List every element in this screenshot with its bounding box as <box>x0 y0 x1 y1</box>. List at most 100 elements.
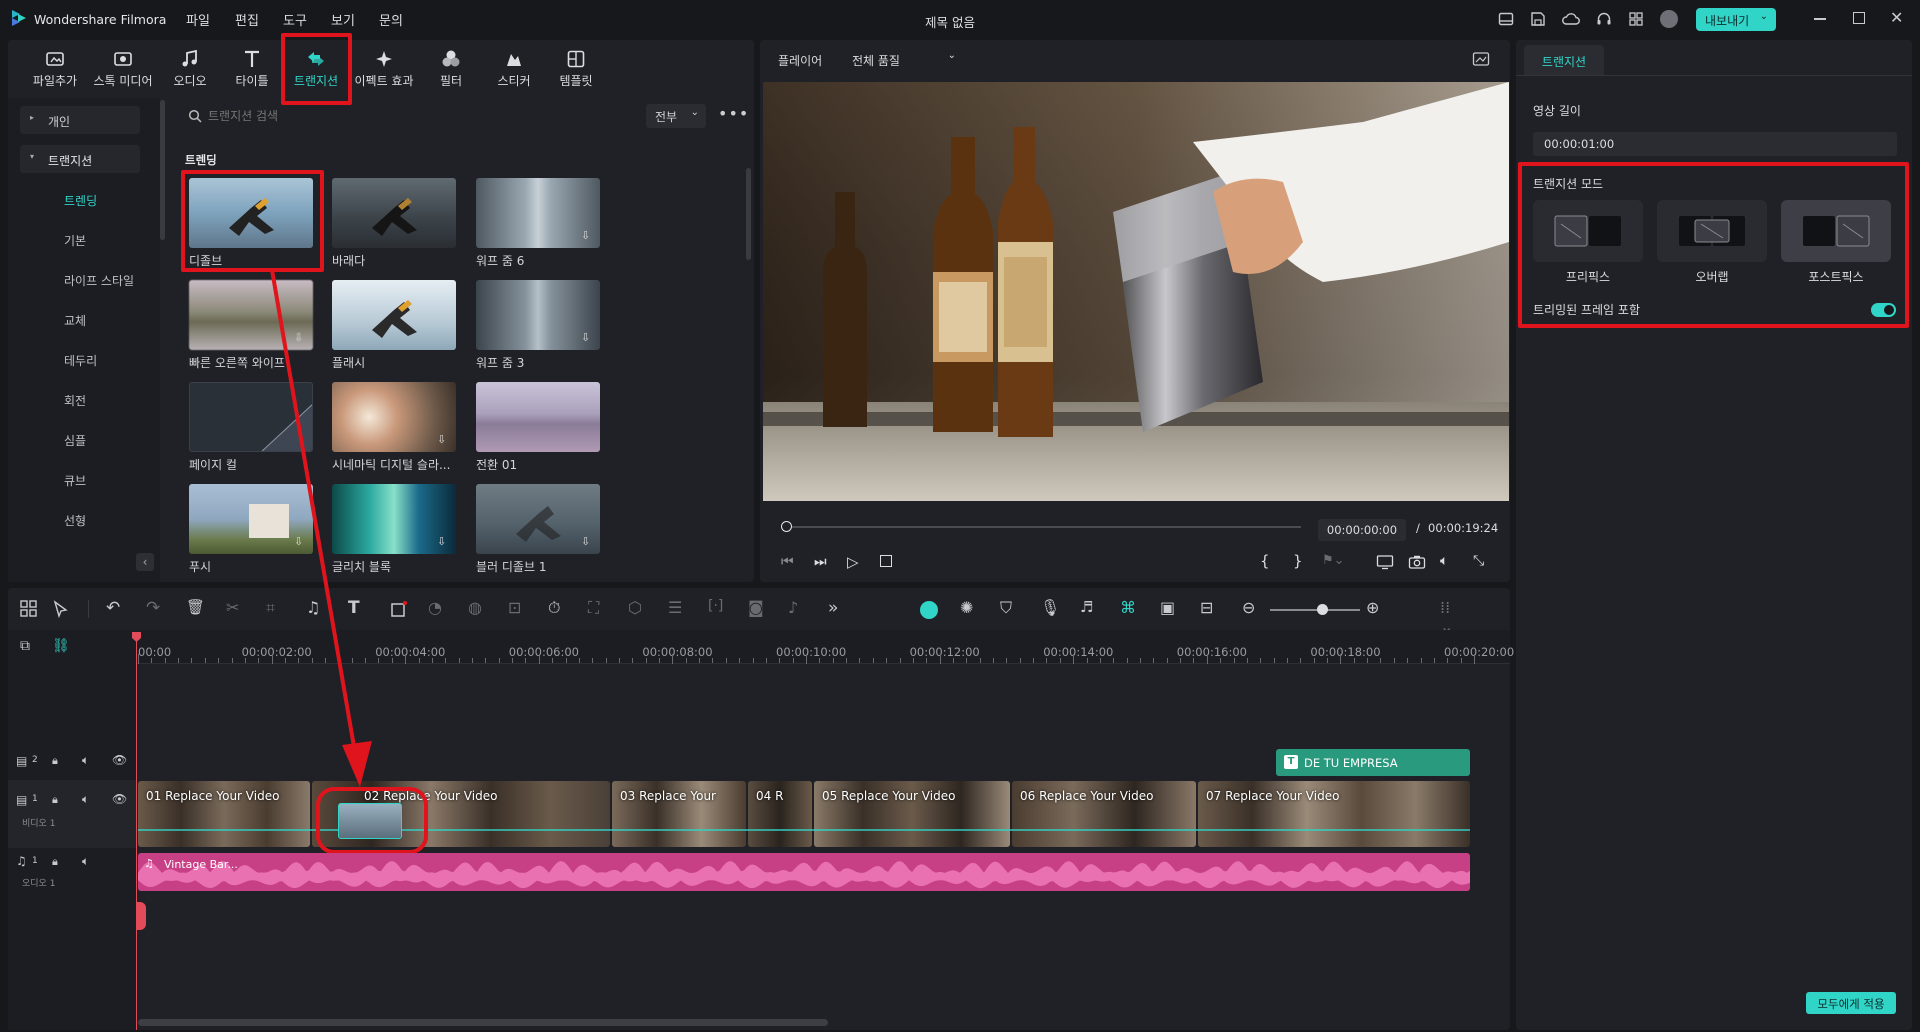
video-clip-7[interactable]: 07 Replace Your Video <box>1198 781 1470 847</box>
playhead-bottom-handle[interactable] <box>136 902 146 930</box>
play-icon[interactable]: ▷ <box>847 553 859 571</box>
link-icon[interactable]: ⛓ <box>52 638 70 654</box>
video-preview[interactable] <box>763 82 1509 501</box>
tab-templates[interactable]: 템플릿 <box>545 44 607 92</box>
delete-icon[interactable]: 🗑︎ <box>186 598 208 620</box>
speed-icon[interactable]: ◔ <box>428 598 450 620</box>
transition-thumb-dissolve[interactable] <box>189 178 313 248</box>
stabilize-icon[interactable]: ⊡ <box>508 598 530 620</box>
more-tools-icon[interactable]: » <box>828 598 850 620</box>
menu-tools[interactable]: 도구 <box>283 10 307 29</box>
camera-snapshot-icon[interactable] <box>1408 554 1426 570</box>
shape-icon[interactable] <box>388 598 410 620</box>
select-cursor-icon[interactable] <box>50 598 72 620</box>
layout-icon[interactable] <box>1498 11 1514 27</box>
ai-assistant-icon[interactable] <box>920 601 938 619</box>
audio-mixer-icon[interactable]: ♬ <box>1080 598 1102 620</box>
collapse-sidebar-button[interactable]: ‹ <box>136 553 154 571</box>
tab-audio[interactable]: 오디오 <box>159 44 221 92</box>
tab-transition-properties[interactable]: 트랜지션 <box>1524 45 1604 75</box>
timeline-playhead-line[interactable] <box>136 634 137 1030</box>
lock-icon[interactable]: 🔒︎ <box>52 855 58 869</box>
tab-stickers[interactable]: 스티커 <box>483 44 545 92</box>
sidebar-item-linear[interactable]: 선형 <box>64 512 86 529</box>
quality-dropdown[interactable]: 전체 품질 ⌄ <box>846 46 964 70</box>
more-options-icon[interactable]: ••• <box>718 104 749 123</box>
mute-icon[interactable]: 🔈︎ <box>82 854 89 869</box>
add-track-icon[interactable]: ⧉ <box>20 638 30 654</box>
video-clip-4[interactable]: 04 R <box>748 781 812 847</box>
freeze-icon[interactable]: [·] <box>708 598 730 620</box>
mute-icon[interactable]: 🔈︎ <box>82 792 89 807</box>
tab-transitions[interactable]: 트랜지션 <box>285 44 347 92</box>
split-scissors-icon[interactable]: ✂ <box>226 598 248 620</box>
sidebar-item-rotate[interactable]: 회전 <box>64 392 86 409</box>
sidebar-scrollbar[interactable] <box>160 100 165 240</box>
lock-icon[interactable]: 🔒︎ <box>52 793 58 807</box>
zoom-out-icon[interactable]: ⊖ <box>1242 598 1264 620</box>
eye-icon[interactable]: 👁︎ <box>112 792 127 806</box>
fullscreen-icon[interactable]: ⤡ <box>1473 553 1484 569</box>
mode-prefix-card[interactable] <box>1533 200 1643 262</box>
cloud-icon[interactable] <box>1562 11 1580 27</box>
zoom-slider-track[interactable] <box>1270 609 1360 611</box>
render-preview-icon[interactable]: ⊟ <box>1200 598 1222 620</box>
display-icon[interactable] <box>1376 554 1394 570</box>
transition-thumb-transition-01[interactable] <box>476 382 600 452</box>
restore-button[interactable] <box>1853 12 1865 24</box>
snap-magnet-icon[interactable]: ⌘ <box>1120 598 1142 620</box>
headset-icon[interactable] <box>1596 11 1612 27</box>
menu-view[interactable]: 보기 <box>331 10 355 29</box>
track-layout-icon[interactable]: ⁞⁞⌄ <box>1440 598 1462 636</box>
transition-thumb-fade[interactable] <box>332 178 456 248</box>
mode-overlap-card[interactable] <box>1657 200 1767 262</box>
microphone-icon[interactable]: 🎙︎ <box>1040 598 1062 620</box>
minimize-button[interactable] <box>1814 18 1826 20</box>
transition-thumb-warp-zoom-3[interactable]: ⇩ <box>476 280 600 350</box>
snapshot-view-icon[interactable] <box>1472 51 1490 67</box>
library-scrollbar[interactable] <box>746 168 751 260</box>
tab-import[interactable]: 파일추가 <box>24 44 86 92</box>
mask-icon[interactable]: ⬡ <box>628 598 650 620</box>
transition-thumb-blur-dissolve-1[interactable]: ⇩ <box>476 484 600 554</box>
lock-icon[interactable]: 🔒︎ <box>52 754 58 768</box>
playhead-handle[interactable] <box>781 521 792 532</box>
timeline-transition-block[interactable] <box>338 803 402 839</box>
transition-thumb-warp-zoom-6[interactable]: ⇩ <box>476 178 600 248</box>
undo-icon[interactable]: ↶ <box>106 598 128 620</box>
user-avatar[interactable] <box>1660 10 1678 28</box>
tab-effects[interactable]: 이펙트 효과 <box>351 44 417 92</box>
pip-icon[interactable]: ▣ <box>1160 598 1182 620</box>
apply-all-button[interactable]: 모두에게 적용 <box>1806 992 1896 1014</box>
duration-field[interactable]: 00:00:01:00 <box>1533 132 1897 156</box>
sidebar-item-lifestyle[interactable]: 라이프 스타일 <box>64 272 134 289</box>
sidebar-item-cube[interactable]: 큐브 <box>64 472 86 489</box>
trim-frames-toggle[interactable] <box>1871 303 1896 317</box>
tab-filters[interactable]: 필터 <box>420 44 482 92</box>
timer-icon[interactable]: ⏱ <box>548 598 570 620</box>
sidebar-item-basic[interactable]: 기본 <box>64 232 86 249</box>
marker-icon[interactable]: ⚑⌄ <box>1322 553 1345 568</box>
record-icon[interactable]: ◙ <box>748 598 770 620</box>
grid-layout-icon[interactable] <box>18 598 40 620</box>
video-clip-3[interactable]: 03 Replace Your <box>612 781 746 847</box>
mute-icon[interactable]: 🔈︎ <box>82 753 89 768</box>
sidebar-group-personal[interactable]: ▸ 개인 <box>20 106 140 134</box>
sidebar-item-trending[interactable]: 트렌딩 <box>64 192 97 209</box>
mark-out-icon[interactable]: } <box>1293 552 1303 570</box>
tab-titles[interactable]: 타이틀 <box>221 44 283 92</box>
adjust-icon[interactable]: ☰ <box>668 598 690 620</box>
menu-help[interactable]: 문의 <box>379 10 403 29</box>
video-clip-6[interactable]: 06 Replace Your Video <box>1012 781 1196 847</box>
search-input[interactable] <box>208 104 428 128</box>
tab-stock-media[interactable]: 스톡 미디어 <box>90 44 156 92</box>
video-clip-5[interactable]: 05 Replace Your Video <box>814 781 1010 847</box>
sidebar-item-border[interactable]: 테두리 <box>64 352 97 369</box>
close-button[interactable]: ✕ <box>1890 8 1903 27</box>
audio-clip[interactable]: ♫ Vintage Bar... <box>138 853 1470 891</box>
sidebar-item-replace[interactable]: 교체 <box>64 312 86 329</box>
auto-highlight-icon[interactable]: ✺ <box>960 598 982 620</box>
sidebar-item-simple[interactable]: 심플 <box>64 432 86 449</box>
progress-track[interactable] <box>792 526 1301 528</box>
export-button[interactable]: 내보내기 ⌄ <box>1696 8 1776 31</box>
